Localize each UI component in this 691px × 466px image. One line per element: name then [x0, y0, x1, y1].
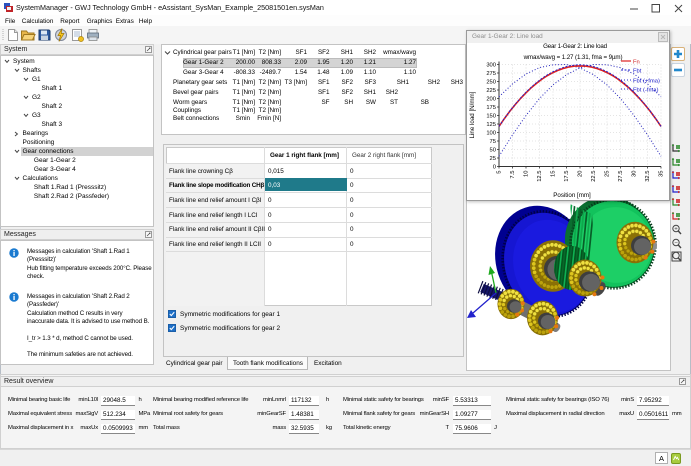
svg-text:10: 10 — [524, 171, 530, 177]
svg-text:Fbt (+fma): Fbt (+fma) — [633, 78, 660, 84]
svg-text:200: 200 — [486, 97, 496, 103]
svg-text:22.5: 22.5 — [591, 171, 597, 182]
svg-text:wmax/wavg = 1.27 (1.31, fma =: wmax/wavg = 1.27 (1.31, fma = 9µm) — [523, 54, 623, 61]
svg-text:27.5: 27.5 — [618, 171, 624, 182]
svg-text:75: 75 — [490, 139, 496, 145]
svg-text:15: 15 — [551, 171, 557, 177]
svg-text:125: 125 — [486, 122, 496, 128]
svg-text:175: 175 — [486, 105, 496, 111]
svg-text:7.5: 7.5 — [510, 171, 516, 179]
svg-text:5: 5 — [497, 171, 503, 174]
svg-text:20: 20 — [578, 171, 584, 177]
svg-text:275: 275 — [486, 71, 496, 77]
svg-text:25: 25 — [490, 156, 496, 162]
svg-text:17.5: 17.5 — [564, 171, 570, 182]
svg-text:Position [mm]: Position [mm] — [553, 192, 591, 199]
svg-text:0: 0 — [493, 165, 496, 171]
svg-text:25: 25 — [605, 171, 611, 177]
svg-text:100: 100 — [486, 131, 496, 137]
svg-text:50: 50 — [490, 148, 496, 154]
svg-text:Fbt (-fma): Fbt (-fma) — [633, 87, 659, 93]
svg-text:30: 30 — [632, 171, 638, 177]
svg-text:Line load [N/mm]: Line load [N/mm] — [469, 91, 476, 138]
svg-text:−: − — [674, 240, 678, 246]
svg-text:150: 150 — [486, 114, 496, 120]
svg-text:35: 35 — [659, 171, 665, 177]
svg-text:Gear 1-Gear 2: Line load: Gear 1-Gear 2: Line load — [543, 43, 607, 50]
svg-text:+: + — [674, 227, 678, 233]
svg-text:Fn: Fn — [633, 59, 640, 65]
svg-text:300: 300 — [486, 63, 496, 69]
svg-text:225: 225 — [486, 88, 496, 94]
svg-text:250: 250 — [486, 80, 496, 86]
svg-text:Fbt: Fbt — [633, 68, 642, 74]
svg-text:32.5: 32.5 — [645, 171, 651, 182]
svg-text:12.5: 12.5 — [537, 171, 543, 182]
